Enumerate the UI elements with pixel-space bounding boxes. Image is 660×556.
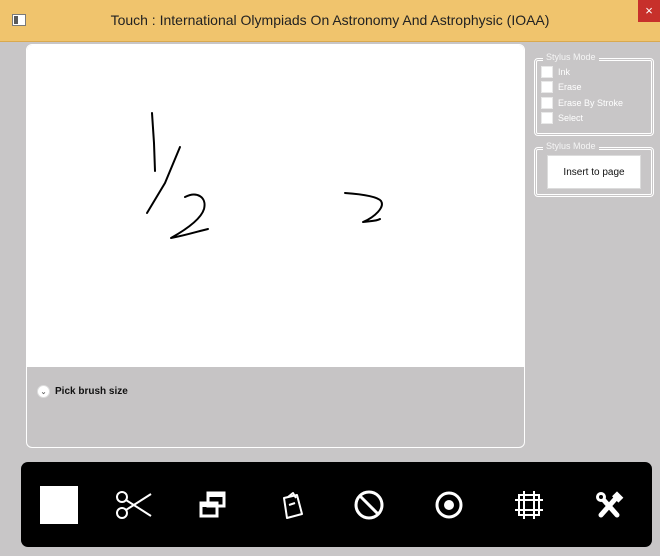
ink-checkbox[interactable] (541, 65, 553, 78)
cut-button[interactable] (111, 462, 159, 547)
clipboard-icon (283, 491, 303, 519)
frame-icon (515, 490, 543, 519)
mode-select[interactable]: Select (537, 111, 651, 127)
paste-button[interactable] (267, 462, 315, 547)
select-checkbox[interactable] (541, 112, 553, 125)
close-button[interactable]: × (638, 0, 660, 22)
mode-erase-by-stroke[interactable]: Erase By Stroke (537, 95, 651, 111)
record-button[interactable] (425, 462, 473, 547)
pick-brush-size-toggle[interactable]: ⌄ Pick brush size (37, 385, 128, 398)
cancel-button[interactable] (345, 462, 393, 547)
mode-label: Erase By Stroke (558, 97, 624, 108)
mode-label: Ink (558, 66, 571, 77)
target-icon (435, 491, 463, 518)
title-bar: Touch : International Olympiads On Astro… (0, 0, 660, 42)
ink-stroke (151, 112, 156, 172)
prohibited-icon (354, 490, 384, 519)
chevron-down-icon: ⌄ (37, 385, 50, 398)
tools-button[interactable] (585, 462, 633, 547)
mode-label: Select (558, 113, 584, 124)
ink-strokes (146, 112, 383, 239)
insert-group-legend: Stylus Mode (543, 141, 599, 151)
erase-by-stroke-checkbox[interactable] (541, 96, 553, 109)
insert-to-page-button[interactable]: Insert to page (547, 155, 641, 189)
white-square-icon (40, 485, 78, 524)
copy-button[interactable] (189, 462, 237, 547)
copy-windows-icon (199, 491, 226, 517)
window-title: Touch : International Olympiads On Astro… (110, 12, 550, 28)
mode-ink[interactable]: Ink (537, 64, 651, 80)
color-swatch-button[interactable] (35, 462, 83, 547)
canvas-panel: ⌄ Pick brush size (26, 44, 525, 448)
insert-group: Stylus Mode Insert to page (534, 141, 654, 197)
erase-checkbox[interactable] (541, 81, 553, 94)
tools-icon (596, 490, 624, 517)
ink-stroke (344, 192, 383, 223)
scissors-icon (116, 490, 152, 519)
ink-stroke (170, 193, 209, 239)
stylus-mode-group: Stylus Mode Ink Erase Erase By Stroke Se… (534, 52, 654, 136)
mode-label: Erase (558, 82, 582, 93)
frame-button[interactable] (505, 462, 553, 547)
brush-toggle-label: Pick brush size (55, 386, 128, 397)
ink-stroke (146, 146, 181, 214)
mode-erase[interactable]: Erase (537, 80, 651, 96)
ink-canvas[interactable] (27, 45, 524, 367)
stylus-mode-legend: Stylus Mode (543, 52, 599, 62)
bottom-toolbar (21, 462, 652, 547)
